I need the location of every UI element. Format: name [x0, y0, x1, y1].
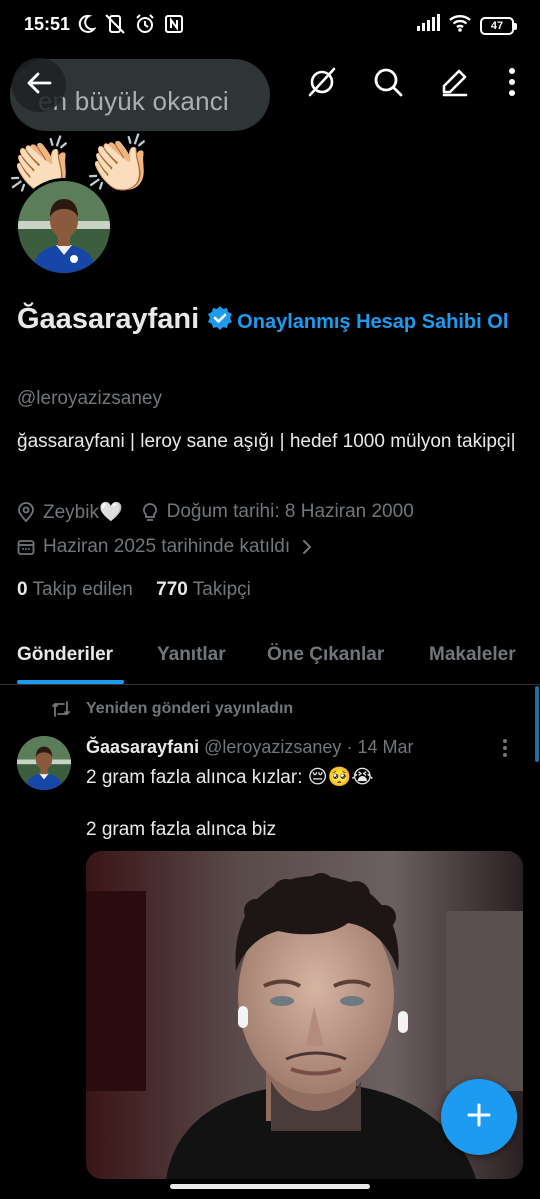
profile-birthday: Doğum tarihi: 8 Haziran 2000: [166, 501, 414, 522]
grok-icon: [306, 66, 338, 103]
get-verified-link[interactable]: Onaylanmış Hesap Sahibi Ol: [237, 311, 508, 333]
more-vertical-icon: [508, 67, 516, 102]
profile-name: Ğaasarayfani: [17, 303, 200, 335]
following-label: Takip edilen: [32, 579, 133, 600]
avatar-photo: [17, 736, 71, 790]
scrollbar[interactable]: [535, 686, 539, 762]
birthday-icon: [141, 502, 159, 522]
alarm-icon: [134, 13, 156, 40]
profile-name-row: Ğaasarayfani Onaylanmış Hesap Sahibi Ol: [17, 303, 527, 339]
top-bar: en büyük okanci: [0, 52, 540, 132]
nfc-icon: [164, 13, 184, 40]
following-count: 0: [17, 579, 28, 600]
tab-replies[interactable]: Yanıtlar: [157, 644, 226, 666]
chevron-right-icon: [302, 539, 312, 555]
profile-avatar[interactable]: [15, 178, 113, 276]
post-author-handle: @leroyazizsaney: [204, 737, 342, 757]
grok-button[interactable]: [304, 66, 340, 102]
search-button[interactable]: [370, 66, 406, 102]
tab-posts[interactable]: Gönderiler: [17, 644, 113, 666]
profile-location: Zeybik🤍: [43, 502, 123, 523]
more-options-button[interactable]: [502, 66, 522, 102]
profile-bio: ğassarayfani | leroy sane aşığı | hedef …: [17, 431, 516, 452]
tab-highlights[interactable]: Öne Çıkanlar: [267, 644, 384, 666]
followers-label: Takipçi: [192, 579, 251, 600]
search-query-text: en büyük okanci: [38, 86, 229, 116]
verified-badge-icon: [207, 305, 233, 336]
post-text-line: 2 gram fazla alınca kızlar: 😔🥺😭: [86, 767, 374, 788]
active-tab-indicator: [17, 680, 124, 684]
home-indicator[interactable]: [170, 1184, 370, 1189]
status-time: 15:51: [24, 14, 71, 34]
profile-meta-row: Zeybik🤍 Doğum tarihi: 8 Haziran 2000: [17, 500, 414, 524]
back-button[interactable]: [12, 58, 66, 112]
joined-row[interactable]: Haziran 2025 tarihinde katıldı: [17, 536, 320, 558]
followers-count: 770: [156, 579, 188, 600]
top-actions: [304, 66, 522, 102]
post-author-name[interactable]: Ğaasarayfani: [86, 737, 199, 757]
more-vertical-icon: [502, 739, 508, 762]
profile-joined-date: Haziran 2025 tarihinde katıldı: [43, 536, 291, 557]
edit-icon: [438, 66, 470, 103]
status-bar: 15:51 47: [0, 0, 540, 52]
post-date: · 14 Mar: [346, 737, 414, 757]
post-text-line: 2 gram fazla alınca biz: [86, 819, 277, 840]
location-icon: [17, 502, 35, 522]
back-arrow-icon: [25, 69, 53, 102]
search-icon: [372, 66, 404, 103]
following-link[interactable]: 0 Takip edilen: [17, 579, 133, 600]
signal-icon: [416, 14, 440, 37]
compose-post-button[interactable]: [441, 1079, 517, 1155]
wifi-icon: [448, 14, 472, 37]
avatar-photo: [18, 181, 110, 273]
battery-indicator: 47: [480, 16, 517, 35]
followers-link[interactable]: 770 Takipçi: [156, 579, 251, 600]
clapping-hands-emoji: 👏🏻: [84, 132, 154, 195]
plus-icon: [465, 1101, 493, 1134]
profile-handle: @leroyazizsaney: [17, 388, 162, 409]
edit-button[interactable]: [436, 66, 472, 102]
repost-indicator: Yeniden gönderi yayınladın: [50, 700, 293, 718]
post-more-button[interactable]: [502, 738, 508, 763]
status-left-icons: [76, 13, 184, 40]
follow-stats: 0 Takip edilen 770 Takipçi: [17, 579, 251, 601]
profile-tabs: Gönderiler Yanıtlar Öne Çıkanlar Makalel…: [0, 634, 540, 685]
tab-articles[interactable]: Makaleler: [429, 644, 516, 666]
moon-icon: [76, 13, 97, 40]
repost-icon: [50, 700, 72, 718]
repost-label: Yeniden gönderi yayınladın: [86, 700, 294, 717]
post-author-avatar[interactable]: [17, 736, 71, 790]
post-header: Ğaasarayfani @leroyazizsaney · 14 Mar: [86, 737, 413, 758]
no-vibrate-icon: [104, 13, 126, 40]
status-right-icons: 47: [416, 14, 517, 37]
calendar-icon: [17, 538, 35, 556]
